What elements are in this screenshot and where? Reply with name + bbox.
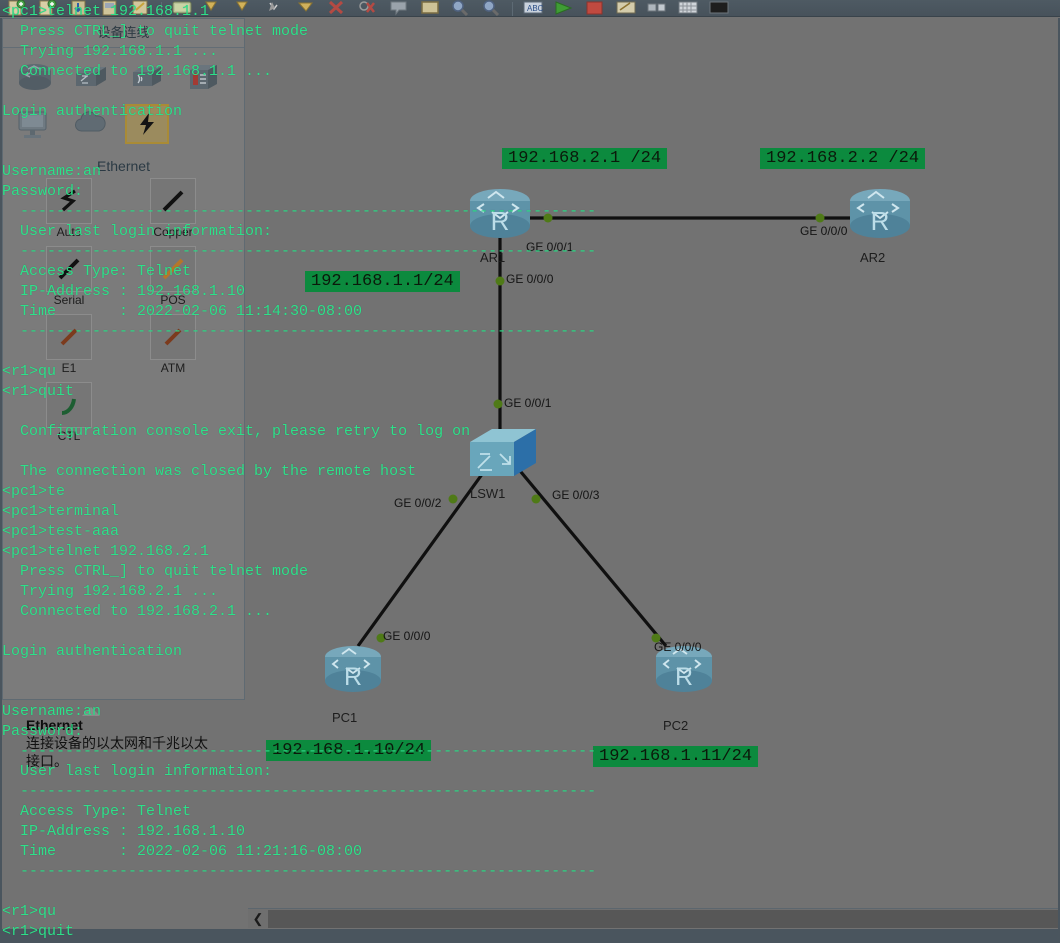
connections-category-icon[interactable]	[125, 104, 169, 144]
node-label-lsw1: LSW1	[470, 486, 506, 501]
ip-label-ar1-ge000: 192.168.1.1/24	[305, 271, 460, 292]
router-category-icon[interactable]	[13, 58, 57, 98]
interface-label-ar1-ge000: GE 0/0/0	[506, 272, 554, 286]
pos-cable-icon[interactable]	[150, 246, 196, 292]
interface-label-pc1-ge000: GE 0/0/0	[383, 629, 431, 643]
cable-tooltip: Ethernet 连接设备的以太网和千兆以太接口。	[4, 707, 240, 770]
text-box-icon[interactable]	[415, 0, 445, 16]
cable-copper[interactable]: Copper	[121, 178, 225, 246]
node-label-ar1: AR1	[480, 250, 506, 265]
tooltip-arrow	[82, 707, 100, 716]
interface-label-ar2-ge000: GE 0/0/0	[800, 224, 848, 238]
cable-grid: Auto Copper Serial POS E1 ATM CTL	[3, 176, 244, 450]
topology-canvas[interactable]: R R R R AR1 AR2 LSW1 PC1 PC2 GE 0/0/1 GE…	[248, 18, 1058, 911]
ip-label-pc1: 192.168.1.10/24	[266, 740, 432, 761]
cable-group-title: Ethernet	[97, 158, 150, 174]
cli-icon[interactable]	[611, 0, 641, 16]
node-label-ar2: AR2	[860, 250, 886, 265]
tooltip-body: 连接设备的以太网和千兆以太接口。	[26, 735, 208, 769]
device-palette	[3, 48, 244, 150]
switch-category-icon[interactable]	[69, 58, 113, 98]
new-topology-icon[interactable]	[2, 0, 32, 16]
atm-cable-icon[interactable]	[150, 314, 196, 360]
save-as-icon[interactable]	[95, 0, 125, 16]
zoom-in-icon[interactable]	[446, 0, 476, 16]
cable-label: Copper	[153, 225, 193, 239]
device-panel-title: 设备连线	[3, 19, 244, 48]
delete-link-icon[interactable]	[322, 0, 352, 16]
interface-label-lsw1-ge001: GE 0/0/1	[504, 396, 552, 410]
device-category-row-2	[7, 100, 240, 146]
stop-all-icon[interactable]	[580, 0, 610, 16]
tooltip-title: Ethernet	[26, 717, 83, 733]
firewall-category-icon[interactable]	[181, 58, 225, 98]
delete-icon[interactable]	[291, 0, 321, 16]
device-category-row-1	[7, 54, 240, 100]
status-bar	[0, 929, 1060, 943]
serial-cable-icon[interactable]	[46, 246, 92, 292]
node-lsw1	[470, 429, 536, 476]
cable-label: Auto	[56, 225, 82, 239]
cable-ctl[interactable]: CTL	[17, 382, 121, 450]
cable-label: Serial	[53, 293, 85, 307]
save-icon[interactable]	[64, 0, 94, 16]
start-all-icon[interactable]	[549, 0, 579, 16]
main-toolbar: ABC	[0, 0, 1060, 17]
node-pc1: R	[325, 646, 381, 692]
svg-text:ABC: ABC	[527, 4, 544, 13]
node-ar1: R	[470, 189, 530, 238]
polygon-icon[interactable]	[260, 0, 290, 16]
ctl-cable-icon[interactable]	[46, 382, 92, 428]
cable-label: POS	[160, 293, 186, 307]
ip-label-ar1-ge001: 192.168.2.1 /24	[502, 148, 668, 169]
device-connection-panel: 设备连线 Ethernet Auto Copper Serial POS E1 …	[2, 18, 245, 700]
grid-icon[interactable]	[673, 0, 703, 16]
wlan-category-icon[interactable]	[125, 58, 169, 98]
cable-label: CTL	[57, 429, 81, 443]
interface-label-lsw1-ge003: GE 0/0/3	[552, 488, 600, 502]
interface-label-ar1-ge001: GE 0/0/1	[526, 240, 574, 254]
print-icon[interactable]	[126, 0, 156, 16]
ip-label-pc2: 192.168.1.11/24	[593, 746, 759, 767]
scrollbar-track[interactable]	[268, 909, 1058, 928]
fullscreen-icon[interactable]	[704, 0, 734, 16]
cable-pos[interactable]: POS	[121, 246, 225, 314]
zoom-out-icon[interactable]	[477, 0, 507, 16]
capture-icon[interactable]: ABC	[518, 0, 548, 16]
cable-serial[interactable]: Serial	[17, 246, 121, 314]
toolbar-separator	[161, 2, 162, 16]
cable-label: E1	[61, 361, 77, 375]
open-topology-icon[interactable]	[33, 0, 63, 16]
select-cursor-icon[interactable]	[229, 0, 259, 16]
canvas-horizontal-scrollbar[interactable]: ❮	[248, 908, 1058, 928]
ensp-application: ABC 设备连线 Ethernet Auto Copper Serial POS…	[0, 0, 1060, 943]
capture-remove-icon[interactable]	[353, 0, 383, 16]
node-label-pc2: PC2	[663, 718, 689, 733]
redo-icon[interactable]	[198, 0, 228, 16]
terminal-category-icon[interactable]	[13, 104, 57, 144]
node-label-pc1: PC1	[332, 710, 358, 725]
copper-cable-icon[interactable]	[150, 178, 196, 224]
svg-text:R: R	[871, 206, 890, 236]
cable-atm[interactable]: ATM	[121, 314, 225, 382]
note-icon[interactable]	[384, 0, 414, 16]
interface-label-pc2-ge000: GE 0/0/0	[654, 640, 702, 654]
toolbar-separator-2	[512, 2, 513, 16]
svg-text:R: R	[491, 206, 510, 236]
cloud-category-icon[interactable]	[69, 104, 113, 144]
node-ar2: R	[850, 189, 910, 238]
cable-section: Ethernet Auto Copper Serial POS E1 ATM C…	[3, 152, 244, 450]
auto-cable-icon[interactable]	[46, 178, 92, 224]
interface-label-lsw1-ge002: GE 0/0/2	[394, 496, 442, 510]
cable-auto[interactable]: Auto	[17, 178, 121, 246]
device-migrate-icon[interactable]	[642, 0, 672, 16]
cable-e1[interactable]: E1	[17, 314, 121, 382]
undo-icon[interactable]	[167, 0, 197, 16]
svg-text:R: R	[344, 663, 362, 691]
svg-text:R: R	[675, 663, 693, 691]
cable-label: ATM	[160, 361, 186, 375]
scroll-left-arrow-icon[interactable]: ❮	[248, 909, 268, 928]
ip-label-ar2-ge000: 192.168.2.2 /24	[760, 148, 926, 169]
e1-cable-icon[interactable]	[46, 314, 92, 360]
